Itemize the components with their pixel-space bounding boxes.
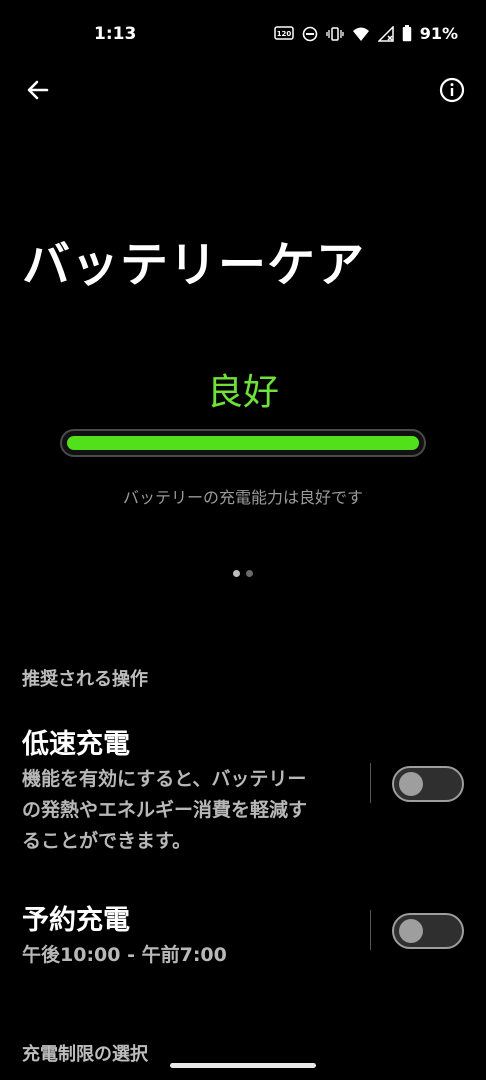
slow-charging-toggle[interactable] bbox=[392, 766, 464, 802]
svg-text:120: 120 bbox=[276, 30, 291, 38]
battery-health-bar bbox=[60, 429, 426, 457]
page-indicator bbox=[0, 570, 486, 577]
page-title: バッテリーケア bbox=[22, 237, 366, 293]
slow-charging-description-line: の発熱やエネルギー消費を軽減す bbox=[22, 799, 308, 821]
toggle-knob bbox=[399, 919, 423, 943]
status-bar: 1:13 120 91% bbox=[0, 0, 486, 70]
slow-charging-description-line: 機能を有効にすると、バッテリー bbox=[22, 768, 307, 790]
info-icon bbox=[439, 77, 465, 103]
page-indicator-dot bbox=[233, 570, 240, 577]
top-app-bar bbox=[0, 70, 486, 110]
slow-charging-title: 低速充電 bbox=[22, 729, 130, 760]
back-button[interactable] bbox=[22, 74, 54, 106]
battery-icon bbox=[402, 25, 412, 42]
charge-limit-section-header: 充電制限の選択 bbox=[22, 1044, 148, 1065]
arrow-left-icon bbox=[27, 80, 49, 100]
recommended-section-header: 推奨される操作 bbox=[22, 669, 148, 690]
status-time: 1:13 bbox=[94, 24, 137, 44]
do-not-disturb-icon bbox=[302, 26, 318, 42]
page-indicator-dot bbox=[246, 570, 253, 577]
info-button[interactable] bbox=[436, 74, 468, 106]
battery-health-description: バッテリーの充電能力は良好です bbox=[122, 488, 363, 507]
slow-charging-description: 機能を有効にすると、バッテリー の発熱やエネルギー消費を軽減す ることができます… bbox=[22, 764, 352, 857]
vertical-divider bbox=[370, 910, 371, 950]
battery-percent: 91% bbox=[419, 24, 458, 43]
battery-health-fill bbox=[67, 436, 419, 450]
cellular-no-signal-icon bbox=[377, 25, 394, 42]
battery-health-status: 良好 bbox=[206, 372, 279, 413]
gesture-nav-handle[interactable] bbox=[170, 1063, 316, 1068]
slow-charging-description-line: ることができます。 bbox=[22, 830, 192, 852]
vibrate-icon bbox=[326, 26, 344, 42]
hz-120-icon: 120 bbox=[273, 25, 294, 42]
toggle-knob bbox=[399, 772, 423, 796]
vertical-divider bbox=[370, 763, 371, 803]
status-icons: 120 91% bbox=[273, 24, 458, 43]
scheduled-charging-toggle[interactable] bbox=[392, 913, 464, 949]
wifi-icon bbox=[352, 26, 370, 42]
